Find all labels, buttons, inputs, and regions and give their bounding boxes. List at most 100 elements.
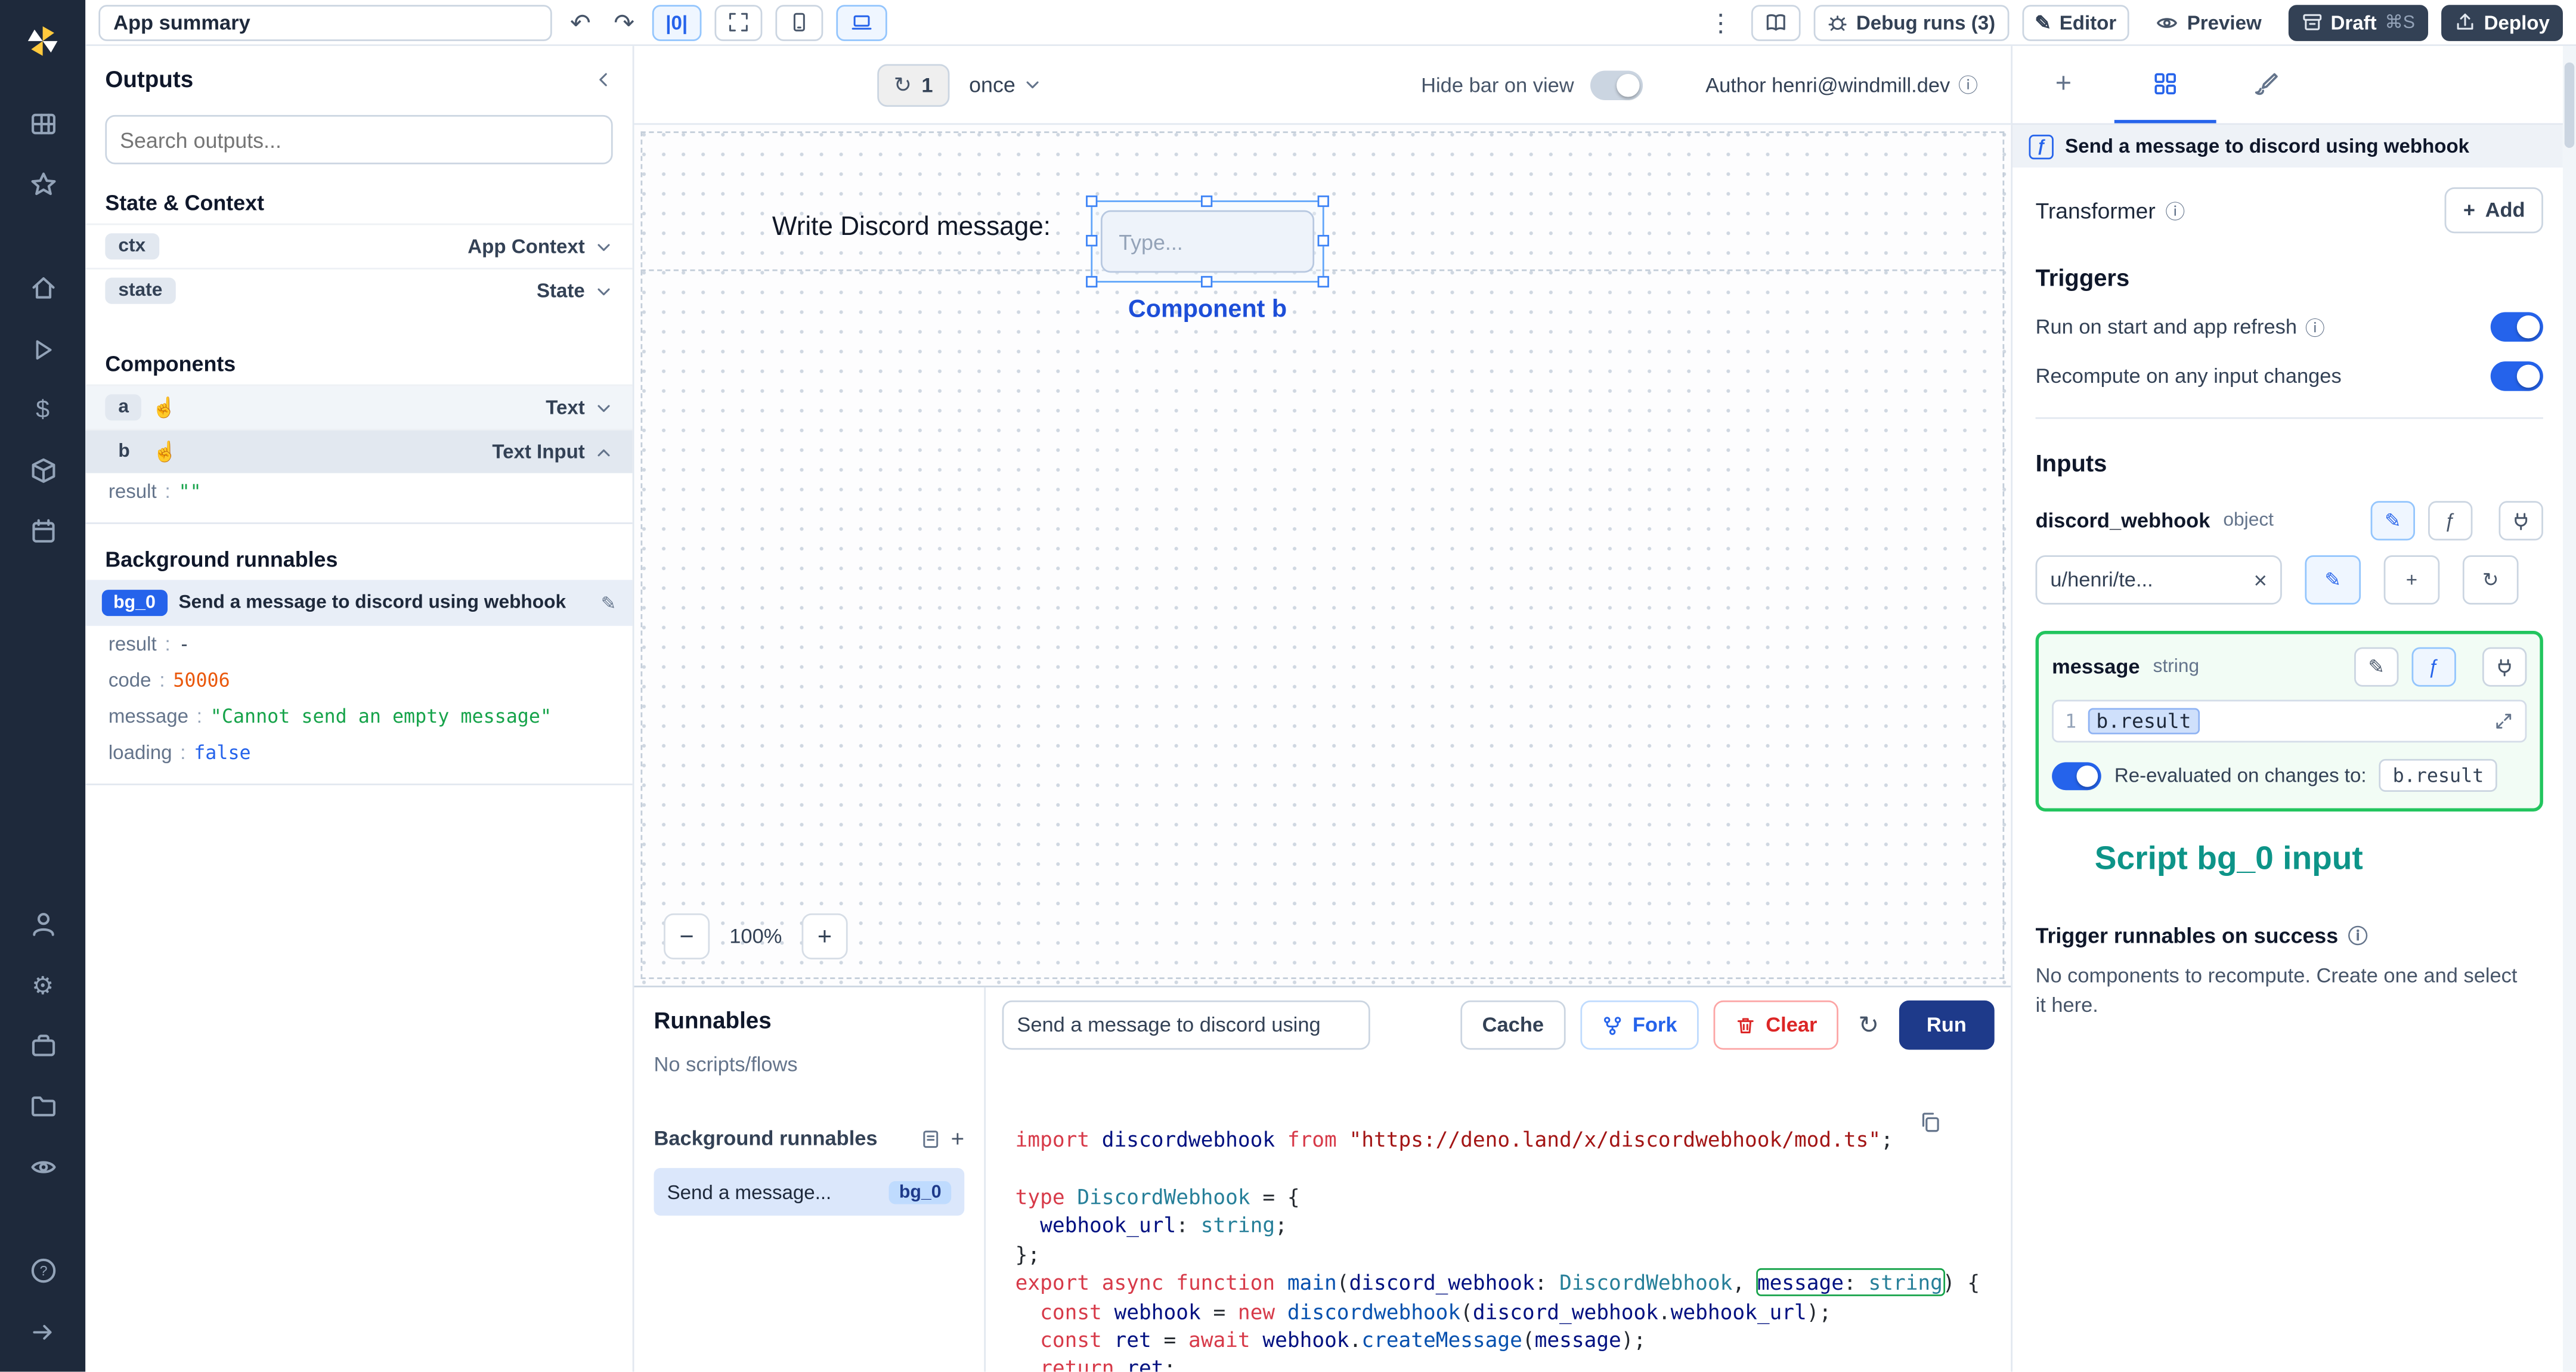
zoom-out-button[interactable]: − (664, 913, 710, 960)
resize-handle[interactable] (1317, 195, 1329, 207)
windmill-logo[interactable] (0, 10, 85, 71)
sidebar-expand[interactable] (0, 1302, 85, 1362)
sidebar-item-users[interactable] (0, 894, 85, 955)
run-on-start-toggle[interactable] (2490, 312, 2543, 342)
cache-button[interactable]: Cache (1460, 1001, 1565, 1051)
eval-input-button[interactable]: ƒ (2428, 501, 2473, 541)
text-component[interactable]: Write Discord message: (772, 213, 1051, 243)
collapse-panel-icon[interactable] (595, 70, 612, 88)
resize-handle[interactable] (1200, 195, 1213, 207)
scrollbar-thumb[interactable] (2564, 62, 2575, 148)
resize-handle[interactable] (1086, 234, 1098, 247)
app-summary-input[interactable] (98, 4, 552, 41)
sidebar-item-folders[interactable] (0, 1076, 85, 1137)
runnable-item-bg0[interactable]: Send a message... bg_0 (654, 1168, 965, 1216)
preview-button[interactable]: Preview (2142, 4, 2275, 41)
script-name-input[interactable] (1002, 1001, 1370, 1051)
bg0-code-row: code : 50006 (85, 662, 632, 698)
output-row-ctx[interactable]: ctx App Context (85, 223, 633, 268)
eval-input-button[interactable]: ƒ (2411, 647, 2456, 687)
fork-button[interactable]: Fork (1580, 1001, 1699, 1051)
chevron-down-icon[interactable] (595, 398, 612, 416)
info-icon[interactable]: ⓘ (2348, 922, 2368, 950)
resize-handle[interactable] (1200, 275, 1213, 288)
sidebar-item-variables[interactable]: $ (0, 379, 85, 440)
sidebar-item-home[interactable] (0, 258, 85, 319)
info-icon[interactable]: ⓘ (1958, 70, 1978, 98)
text-input-component[interactable] (1100, 210, 1315, 273)
edit-resource-button[interactable]: ✎ (2305, 555, 2361, 605)
sidebar-item-workers[interactable] (0, 1015, 85, 1076)
pencil-icon[interactable]: ✎ (601, 592, 616, 614)
sidebar-item-schedules[interactable] (0, 501, 85, 562)
reeval-toggle[interactable] (2052, 761, 2101, 789)
background-runnable-row[interactable]: bg_0 Send a message to discord using web… (85, 580, 633, 626)
expression-editor[interactable]: 1 b.result (2052, 699, 2527, 743)
more-menu-button[interactable]: ⋮ (1704, 7, 1738, 37)
create-resource-button[interactable]: + (2383, 555, 2440, 605)
static-input-button[interactable]: ✎ (2370, 501, 2415, 541)
recompute-toggle[interactable] (2490, 361, 2543, 391)
fullscreen-button[interactable] (714, 4, 762, 41)
static-input-button[interactable]: ✎ (2354, 647, 2399, 687)
chevron-up-icon[interactable] (595, 442, 612, 460)
expand-diagonal-icon[interactable] (2494, 711, 2513, 731)
chevron-down-icon[interactable] (595, 281, 612, 299)
editor-tab-button[interactable]: ✎ Editor (2021, 4, 2130, 41)
expression-value[interactable]: b.result (2088, 708, 2200, 735)
desktop-view-button[interactable] (835, 4, 887, 41)
refresh-app-button[interactable]: ↻ 1 (877, 63, 950, 106)
mobile-view-button[interactable] (775, 4, 823, 41)
app-canvas[interactable]: Write Discord message: Component b (634, 125, 2011, 986)
redo-button[interactable]: ↷ (609, 7, 639, 37)
draft-button[interactable]: Draft ⌘S (2287, 4, 2428, 41)
sidebar-item-runs[interactable] (0, 318, 85, 379)
add-transformer-button[interactable]: + Add (2445, 187, 2543, 234)
add-runnable-button[interactable]: + (951, 1126, 965, 1152)
center-align-button[interactable]: |0| (652, 4, 701, 41)
hide-bar-toggle[interactable] (1590, 70, 1643, 100)
sidebar-item-apps[interactable] (0, 94, 85, 154)
run-button[interactable]: Run (1899, 1001, 1995, 1051)
reeval-chip[interactable]: b.result (2379, 758, 2497, 792)
refresh-resource-button[interactable]: ↻ (2462, 555, 2519, 605)
resize-handle[interactable] (1086, 275, 1098, 288)
resize-handle[interactable] (1317, 275, 1329, 288)
clear-resource-icon[interactable]: × (2253, 567, 2267, 593)
resource-input[interactable] (2050, 568, 2247, 591)
resize-handle[interactable] (1317, 234, 1329, 247)
connect-input-button[interactable] (2498, 501, 2543, 541)
connect-input-button[interactable] (2482, 647, 2527, 687)
zoom-in-button[interactable]: + (801, 913, 848, 960)
docs-button[interactable] (1751, 4, 1801, 41)
tab-styling[interactable] (2216, 46, 2318, 123)
copy-code-button[interactable] (1721, 1086, 1942, 1163)
clear-button[interactable]: Clear (1713, 1001, 1839, 1051)
window-scrollbar[interactable] (2562, 46, 2576, 1372)
deploy-button[interactable]: Deploy (2441, 4, 2563, 41)
tab-settings[interactable] (2114, 46, 2216, 123)
selected-component[interactable] (1086, 195, 1329, 288)
output-row-component-a[interactable]: a ☝ Text (85, 384, 633, 429)
sidebar-item-audit[interactable] (0, 1137, 85, 1198)
home-icon (32, 277, 54, 299)
sidebar-item-settings[interactable]: ⚙ (0, 955, 85, 1015)
doc-icon[interactable] (919, 1128, 941, 1150)
expand-icon (728, 13, 747, 32)
chevron-down-icon[interactable] (595, 237, 612, 255)
output-row-component-b[interactable]: b ☝ Text Input (85, 429, 633, 473)
undo-button[interactable]: ↶ (565, 7, 596, 37)
output-row-state[interactable]: state State (85, 268, 633, 312)
tab-insert[interactable]: + (2012, 46, 2114, 123)
refresh-script-button[interactable]: ↻ (1853, 1011, 1884, 1040)
debug-runs-button[interactable]: Debug runs (3) (1813, 4, 2009, 41)
sidebar-item-resources[interactable] (0, 440, 85, 501)
outputs-search-input[interactable] (120, 127, 598, 152)
schedule-dropdown[interactable]: once (969, 72, 1042, 97)
code-editor[interactable]: import discordwebhook from "https://deno… (986, 1063, 2011, 1372)
sidebar-item-help[interactable]: ? (0, 1241, 85, 1302)
sidebar-item-favorites[interactable] (0, 154, 85, 215)
info-icon[interactable]: ⓘ (2305, 313, 2325, 341)
resize-handle[interactable] (1086, 195, 1098, 207)
info-icon[interactable]: ⓘ (2165, 196, 2185, 224)
